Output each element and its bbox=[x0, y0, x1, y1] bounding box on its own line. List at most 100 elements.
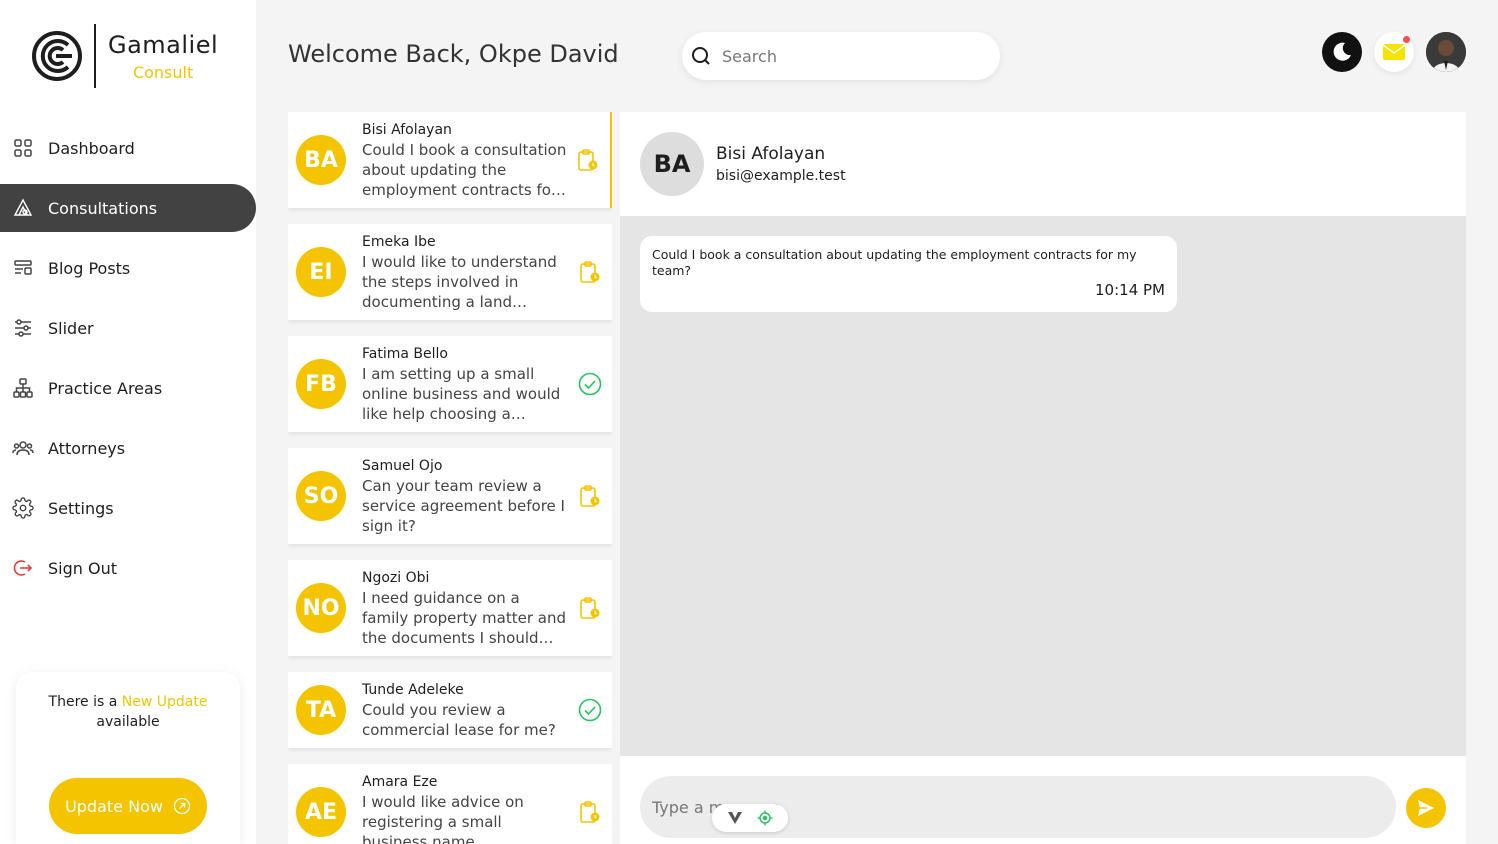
update-highlight: New Update bbox=[121, 694, 208, 710]
conversation-item-bisi-afolayan[interactable]: BA Bisi Afolayan Could I book a consulta… bbox=[288, 112, 612, 208]
update-suffix: available bbox=[96, 714, 160, 730]
sidebar-item-label: Slider bbox=[48, 318, 94, 338]
sidebar-item-label: Settings bbox=[48, 498, 114, 518]
conversation-avatar: EI bbox=[296, 247, 346, 297]
conversation-avatar: TA bbox=[296, 685, 346, 735]
conversation-name: Emeka Ibe bbox=[362, 234, 436, 250]
conversation-item-ngozi-obi[interactable]: NO Ngozi Obi I need guidance on a family… bbox=[288, 560, 612, 656]
conversation-body: Bisi Afolayan Could I book a consultatio… bbox=[362, 122, 568, 200]
conversation-preview: I am setting up a small online business … bbox=[362, 365, 561, 423]
conversation-item-fatima-bello[interactable]: FB Fatima Bello I am setting up a small … bbox=[288, 336, 612, 432]
extension-toolbar bbox=[712, 804, 788, 832]
conversation-item-amara-eze[interactable]: AE Amara Eze I would like advice on regi… bbox=[288, 764, 612, 844]
sidebar-item-blog-posts[interactable]: Blog Posts bbox=[0, 244, 256, 292]
conversation-preview: I would like advice on registering a sma… bbox=[362, 793, 524, 844]
sidebar-item-label: Dashboard bbox=[48, 138, 135, 158]
sidebar-item-label: Blog Posts bbox=[48, 258, 131, 278]
conversation-preview: I would like to understand the steps inv… bbox=[362, 253, 557, 311]
pending-clipboard-icon bbox=[576, 148, 600, 172]
extension-logo-icon[interactable] bbox=[727, 811, 743, 825]
sidebar-item-label: Attorneys bbox=[48, 438, 126, 458]
sidebar-item-dashboard[interactable]: Dashboard bbox=[0, 124, 256, 172]
chat-contact-name: Bisi Afolayan bbox=[716, 144, 826, 164]
conversation-item-samuel-ojo[interactable]: SO Samuel Ojo Can your team review a ser… bbox=[288, 448, 612, 544]
chat-panel: BA Bisi Afolayan bisi@example.test Could… bbox=[620, 112, 1466, 844]
search-input[interactable] bbox=[722, 46, 972, 66]
sidebar-item-label: Sign Out bbox=[48, 558, 117, 578]
notification-dot bbox=[1403, 36, 1410, 43]
user-avatar[interactable] bbox=[1426, 32, 1466, 72]
conversation-item-emeka-ibe[interactable]: EI Emeka Ibe I would like to understand … bbox=[288, 224, 612, 320]
sidebar-item-consultations[interactable]: Consultations bbox=[0, 184, 256, 232]
sidebar-item-sign-out[interactable]: Sign Out bbox=[0, 544, 256, 592]
conversation-item-tunde-adeleke[interactable]: TA Tunde Adeleke Could you review a comm… bbox=[288, 672, 612, 748]
sidebar-nav: Dashboard Consultations Blog Posts Slide… bbox=[0, 124, 256, 604]
arrow-circle-icon bbox=[173, 797, 191, 815]
sidebar-item-settings[interactable]: Settings bbox=[0, 484, 256, 532]
brand-subtitle: Consult bbox=[132, 62, 194, 82]
message-time: 10:14 PM bbox=[1095, 281, 1165, 299]
conversation-body: Tunde Adeleke Could you review a commerc… bbox=[362, 682, 568, 740]
conversation-name: Tunde Adeleke bbox=[362, 682, 464, 698]
consultation-icon bbox=[12, 197, 34, 219]
page-title: Welcome Back, Okpe David bbox=[288, 40, 619, 68]
conversation-name: Ngozi Obi bbox=[362, 570, 430, 586]
check-circle-icon bbox=[578, 698, 602, 722]
conversation-avatar: AE bbox=[296, 787, 346, 837]
update-now-button[interactable]: Update Now bbox=[49, 778, 207, 834]
conversation-body: Fatima Bello I am setting up a small onl… bbox=[362, 346, 568, 424]
sliders-icon bbox=[12, 317, 34, 339]
chat-avatar: BA bbox=[640, 132, 704, 196]
search-icon bbox=[692, 47, 710, 65]
brand-text: Gamaliel Consult bbox=[108, 31, 218, 82]
sidebar-item-slider[interactable]: Slider bbox=[0, 304, 256, 352]
update-now-label: Update Now bbox=[65, 796, 163, 816]
conversation-list: BA Bisi Afolayan Could I book a consulta… bbox=[288, 112, 612, 844]
messages-button[interactable] bbox=[1374, 32, 1414, 72]
sidebar-item-label: Practice Areas bbox=[48, 378, 163, 398]
target-icon[interactable] bbox=[757, 810, 773, 826]
theme-toggle-button[interactable] bbox=[1322, 32, 1362, 72]
conversation-avatar: FB bbox=[296, 359, 346, 409]
message-text: Could I book a consultation about updati… bbox=[652, 247, 1137, 278]
message-bubble: Could I book a consultation about updati… bbox=[640, 236, 1177, 312]
conversation-body: Emeka Ibe I would like to understand the… bbox=[362, 234, 568, 312]
grid-icon bbox=[12, 137, 34, 159]
moon-icon bbox=[1333, 42, 1351, 61]
brand[interactable]: Gamaliel Consult bbox=[32, 24, 218, 88]
logo-icon bbox=[32, 31, 82, 81]
pending-clipboard-icon bbox=[578, 596, 602, 620]
send-icon bbox=[1418, 800, 1434, 816]
gear-icon bbox=[12, 497, 34, 519]
sidebar-item-attorneys[interactable]: Attorneys bbox=[0, 424, 256, 472]
conversation-avatar: BA bbox=[296, 135, 346, 185]
conversation-avatar: SO bbox=[296, 471, 346, 521]
conversation-name: Samuel Ojo bbox=[362, 458, 443, 474]
sidebar-item-label: Consultations bbox=[48, 198, 158, 218]
conversation-name: Amara Eze bbox=[362, 774, 438, 790]
sign-out-icon bbox=[12, 557, 34, 579]
hierarchy-icon bbox=[12, 377, 34, 399]
send-button[interactable] bbox=[1406, 788, 1446, 828]
conversation-body: Ngozi Obi I need guidance on a family pr… bbox=[362, 570, 568, 648]
conversation-name: Fatima Bello bbox=[362, 346, 448, 362]
conversation-body: Samuel Ojo Can your team review a servic… bbox=[362, 458, 568, 536]
users-icon bbox=[12, 437, 34, 459]
update-message: There is a New Update available bbox=[16, 692, 240, 732]
brand-divider bbox=[94, 24, 96, 88]
sidebar: Gamaliel Consult Dashboard Consultations… bbox=[0, 0, 256, 844]
sidebar-item-practice-areas[interactable]: Practice Areas bbox=[0, 364, 256, 412]
conversation-preview: Could I book a consultation about updati… bbox=[362, 141, 567, 199]
update-card: There is a New Update available Update N… bbox=[16, 672, 240, 844]
pending-clipboard-icon bbox=[578, 800, 602, 824]
conversation-name: Bisi Afolayan bbox=[362, 122, 452, 138]
chat-contact-email: bisi@example.test bbox=[716, 168, 846, 184]
message-composer bbox=[620, 756, 1466, 844]
chat-header: BA Bisi Afolayan bisi@example.test bbox=[620, 112, 1466, 216]
check-circle-icon bbox=[578, 372, 602, 396]
conversation-avatar: NO bbox=[296, 583, 346, 633]
search-bar[interactable] bbox=[682, 32, 1000, 80]
blog-icon bbox=[12, 257, 34, 279]
mail-icon bbox=[1382, 44, 1406, 60]
conversation-preview: I need guidance on a family property mat… bbox=[362, 589, 566, 647]
